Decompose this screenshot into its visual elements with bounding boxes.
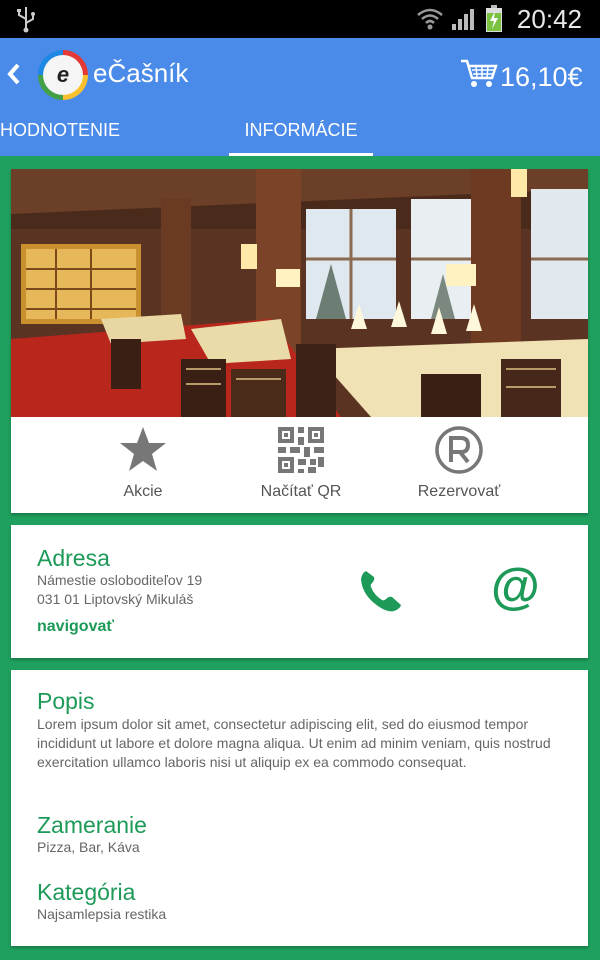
action-akcie[interactable]: Akcie xyxy=(78,423,208,509)
cart-icon[interactable] xyxy=(460,58,498,90)
email-icon[interactable]: @ xyxy=(491,557,540,615)
restaurant-card: Akcie Načítať QR Rezervovať xyxy=(11,169,588,513)
phone-icon[interactable] xyxy=(356,567,404,615)
address-title: Adresa xyxy=(37,545,110,571)
address-line-2: 031 01 Liptovský Mikuláš xyxy=(37,591,194,607)
restaurant-photo xyxy=(11,169,588,417)
focus-title: Zameranie xyxy=(37,812,147,838)
app-bar: e eČašník 16,10€ HODNOTENIE INFORMÁCIE xyxy=(0,38,600,156)
info-card: Popis Lorem ipsum dolor sit amet, consec… xyxy=(11,670,588,946)
action-label: Načítať QR xyxy=(260,483,342,500)
action-label: Rezervovať xyxy=(417,483,501,500)
tab-label: HODNOTENIE xyxy=(0,120,121,140)
usb-icon xyxy=(17,7,35,33)
focus-text: Pizza, Bar, Káva xyxy=(37,839,140,855)
description-text: Lorem ipsum dolor sit amet, consectetur … xyxy=(37,716,551,770)
status-bar: 20:42 xyxy=(0,0,600,38)
app-logo[interactable]: e xyxy=(38,50,88,100)
logo-letter: e xyxy=(43,55,83,95)
description-title: Popis xyxy=(37,688,95,714)
address-card: Adresa Námestie osloboditeľov 19 031 01 … xyxy=(11,525,588,658)
star-icon xyxy=(120,427,166,471)
wifi-icon xyxy=(417,8,443,30)
action-nacitat-qr[interactable]: Načítať QR xyxy=(236,423,366,509)
tab-label: INFORMÁCIE xyxy=(244,120,358,140)
reserved-icon xyxy=(435,426,483,474)
tab-hodnotenie[interactable]: HODNOTENIE xyxy=(0,118,130,156)
tab-informacie[interactable]: INFORMÁCIE xyxy=(229,118,373,156)
category-title: Kategória xyxy=(37,879,136,905)
signal-icon xyxy=(451,9,474,30)
address-line-1: Námestie osloboditeľov 19 xyxy=(37,572,203,588)
tab-bar: HODNOTENIE INFORMÁCIE xyxy=(0,118,600,156)
app-title: eČašník xyxy=(93,58,189,88)
active-tab-indicator xyxy=(229,153,373,156)
category-text: Najsamlepsia restika xyxy=(37,906,167,922)
battery-charging-icon xyxy=(485,5,502,32)
qr-code-icon xyxy=(278,427,324,473)
cart-total[interactable]: 16,10€ xyxy=(500,62,583,93)
navigate-link[interactable]: navigovať xyxy=(37,618,114,636)
action-rezervovat[interactable]: Rezervovať xyxy=(394,423,524,509)
back-arrow-icon[interactable] xyxy=(4,60,24,88)
action-label: Akcie xyxy=(123,483,163,500)
status-time: 20:42 xyxy=(516,3,582,34)
